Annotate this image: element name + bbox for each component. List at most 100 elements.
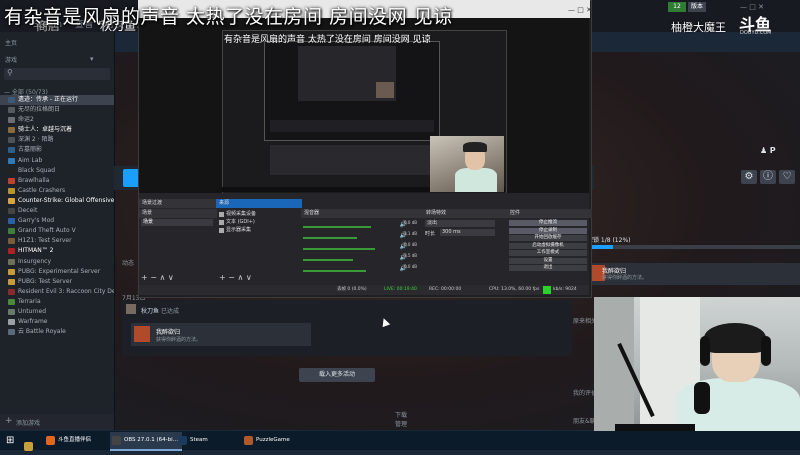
obs-control-button[interactable]: 启动虚拟摄像机: [509, 242, 587, 249]
sidebar-game-item[interactable]: Castle Crashers: [0, 186, 114, 196]
sidebar-game-item[interactable]: Aim Lab: [0, 156, 114, 166]
info-icon[interactable]: ⓘ: [760, 170, 776, 184]
obs-control-button[interactable]: 停止推流: [509, 220, 587, 226]
headphones-right: [761, 336, 771, 366]
dock-sources-header[interactable]: 来源: [216, 199, 302, 208]
sidebar-game-item[interactable]: Terraria: [0, 297, 114, 307]
add-game-label[interactable]: 添加游戏: [16, 418, 40, 427]
sidebar-game-item[interactable]: Grand Theft Auto V: [0, 226, 114, 236]
dock-mixer-header[interactable]: 混音器: [301, 209, 424, 218]
game-icon: [8, 228, 15, 235]
mixer-channel[interactable]: 🔊 0.0 dB: [303, 220, 419, 231]
sidebar-game-item[interactable]: 遗迹：传承 - 正在运行: [0, 95, 114, 106]
sidebar-game-item[interactable]: Unturned: [0, 307, 114, 317]
sidebar-game-item[interactable]: Deceit: [0, 206, 114, 216]
sidebar-game-item[interactable]: PUBG: Test Server: [0, 277, 114, 287]
gear-icon[interactable]: ⚙: [741, 170, 757, 184]
obs-control-button[interactable]: 退出: [509, 265, 587, 271]
dock-controls-header[interactable]: 控件: [507, 209, 592, 218]
game-label: 深渊 2 · 陌路: [18, 136, 54, 144]
sidebar-game-item[interactable]: Garry's Mod: [0, 216, 114, 226]
badge-count[interactable]: 12: [668, 2, 686, 12]
game-icon: [8, 137, 15, 144]
source-item-video-capture[interactable]: 视频采集设备: [218, 211, 306, 218]
window-controls[interactable]: — □ ✕: [740, 3, 764, 11]
game-label: 无尽的拉格朗日: [18, 106, 61, 114]
downloads-status[interactable]: 下载 管理: [395, 410, 407, 428]
dock-transitions-header[interactable]: 转场特效: [423, 209, 508, 218]
mixer-channel[interactable]: 🔊 0.0 dB: [303, 242, 419, 253]
taskbar-item[interactable]: 斗鱼直播伴侣: [44, 432, 116, 449]
obs-control-button[interactable]: 设置: [509, 257, 587, 264]
game-label: Unturned: [18, 307, 47, 315]
badge-version[interactable]: 版本: [688, 2, 706, 12]
sidebar-game-item[interactable]: Warframe: [0, 317, 114, 327]
source-item-text[interactable]: 文本 (GDI+): [218, 219, 306, 226]
sidebar-games-filter[interactable]: 游戏: [5, 55, 85, 64]
game-icon: [8, 177, 15, 184]
avatar[interactable]: [126, 304, 136, 314]
sidebar-game-item[interactable]: Brawlhalla: [0, 176, 114, 186]
camera-icon: [219, 212, 224, 217]
mixer-channel[interactable]: 🔊 -3.5 dB: [303, 253, 419, 264]
search-icon: ⚲: [7, 68, 13, 77]
obs-control-button[interactable]: 开始回放缓存: [509, 235, 587, 241]
sidebar-search-input[interactable]: [4, 68, 110, 80]
scenes-toolbar[interactable]: + − ∧ ∨: [141, 273, 174, 282]
game-icon: [8, 258, 15, 265]
sidebar-game-item[interactable]: 命运2: [0, 115, 114, 125]
sources-toolbar[interactable]: + − ∧ ∨: [219, 273, 252, 282]
obs-preview-nested-cam: [376, 82, 394, 98]
obs-status-bar: 丢帧 0 (0.0%) LIVE: 00:19:40 REC: 00:00:00…: [139, 285, 589, 295]
sidebar-game-item[interactable]: Resident Evil 3: Raccoon City Demo: [0, 287, 114, 297]
plus-icon[interactable]: +: [5, 416, 13, 426]
dock-scenes-tab[interactable]: 场景: [139, 209, 217, 218]
sidebar-game-item[interactable]: H1Z1: Test Server: [0, 236, 114, 246]
sidebar-game-item[interactable]: 骑士人：卓越与沉着: [0, 125, 114, 135]
user-icons[interactable]: ♟ 𝗣: [760, 146, 776, 155]
taskbar-item-label: PuzzleGame: [256, 437, 290, 443]
heart-icon[interactable]: ♡: [779, 170, 795, 184]
mixer-channel[interactable]: 🔊 0.0 dB: [303, 264, 419, 275]
sidebar-game-item[interactable]: 古墓丽影: [0, 145, 114, 155]
game-icon: [8, 288, 15, 295]
obs-control-button[interactable]: 工作室模式: [509, 250, 587, 256]
game-label: 古墓丽影: [18, 146, 43, 154]
scene-list-item[interactable]: 场景: [141, 219, 213, 226]
game-label: 命运2: [18, 116, 34, 124]
sidebar-game-item[interactable]: HITMAN™ 2: [0, 246, 114, 256]
obs-preview-overlay-title: 有杂音是风扇的声音 太热了没在房间 房间没网 见谅: [224, 35, 431, 45]
sidebar-home[interactable]: 主页: [5, 38, 17, 47]
downloads-manage: 管理: [395, 421, 408, 428]
game-icon: [8, 197, 15, 204]
sidebar-game-item[interactable]: 云 Battle Royale: [0, 327, 114, 337]
sidebar-game-item[interactable]: Black Squad: [0, 166, 114, 176]
sidebar-game-item[interactable]: 深渊 2 · 陌路: [0, 135, 114, 145]
obs-control-button[interactable]: 停止录制: [509, 227, 587, 234]
chevron-down-icon[interactable]: ▾: [90, 55, 94, 63]
transition-select[interactable]: 淡出: [425, 220, 495, 227]
taskbar-item[interactable]: Steam: [176, 432, 248, 449]
taskbar-item[interactable]: PuzzleGame: [242, 432, 314, 449]
dock-scenes-header[interactable]: 场景过渡: [139, 199, 217, 208]
game-icon: [8, 268, 15, 275]
sidebar-game-item[interactable]: 无尽的拉格朗日: [0, 105, 114, 115]
mixer-channel[interactable]: 🔊 -2.1 dB: [303, 231, 419, 242]
activity-user[interactable]: 秋刀鱼 已达成: [141, 306, 179, 315]
load-more-button[interactable]: 载入更多活动: [299, 368, 375, 382]
taskbar-item-label: OBS 27.0.1 (64-bi…: [124, 437, 179, 443]
obs-preview-webcam-shirt: [455, 168, 497, 192]
sidebar-game-item[interactable]: Insurgency: [0, 257, 114, 267]
sidebar-game-item[interactable]: PUBG: Experimental Server: [0, 267, 114, 277]
game-icon: [8, 127, 15, 134]
obs-window-controls[interactable]: — □ ✕: [568, 6, 592, 14]
source-item-display-capture[interactable]: 显示器采集: [218, 227, 306, 234]
game-icon: [8, 208, 15, 215]
start-button[interactable]: ⊞: [6, 435, 14, 446]
monitor-icon: [219, 228, 224, 233]
duration-input[interactable]: 300 ms: [440, 229, 495, 236]
sidebar-game-item[interactable]: Counter-Strike: Global Offensive: [0, 196, 114, 206]
play-button[interactable]: [123, 169, 139, 187]
game-icon: [8, 97, 15, 103]
taskbar-item[interactable]: OBS 27.0.1 (64-bi…: [110, 432, 182, 451]
